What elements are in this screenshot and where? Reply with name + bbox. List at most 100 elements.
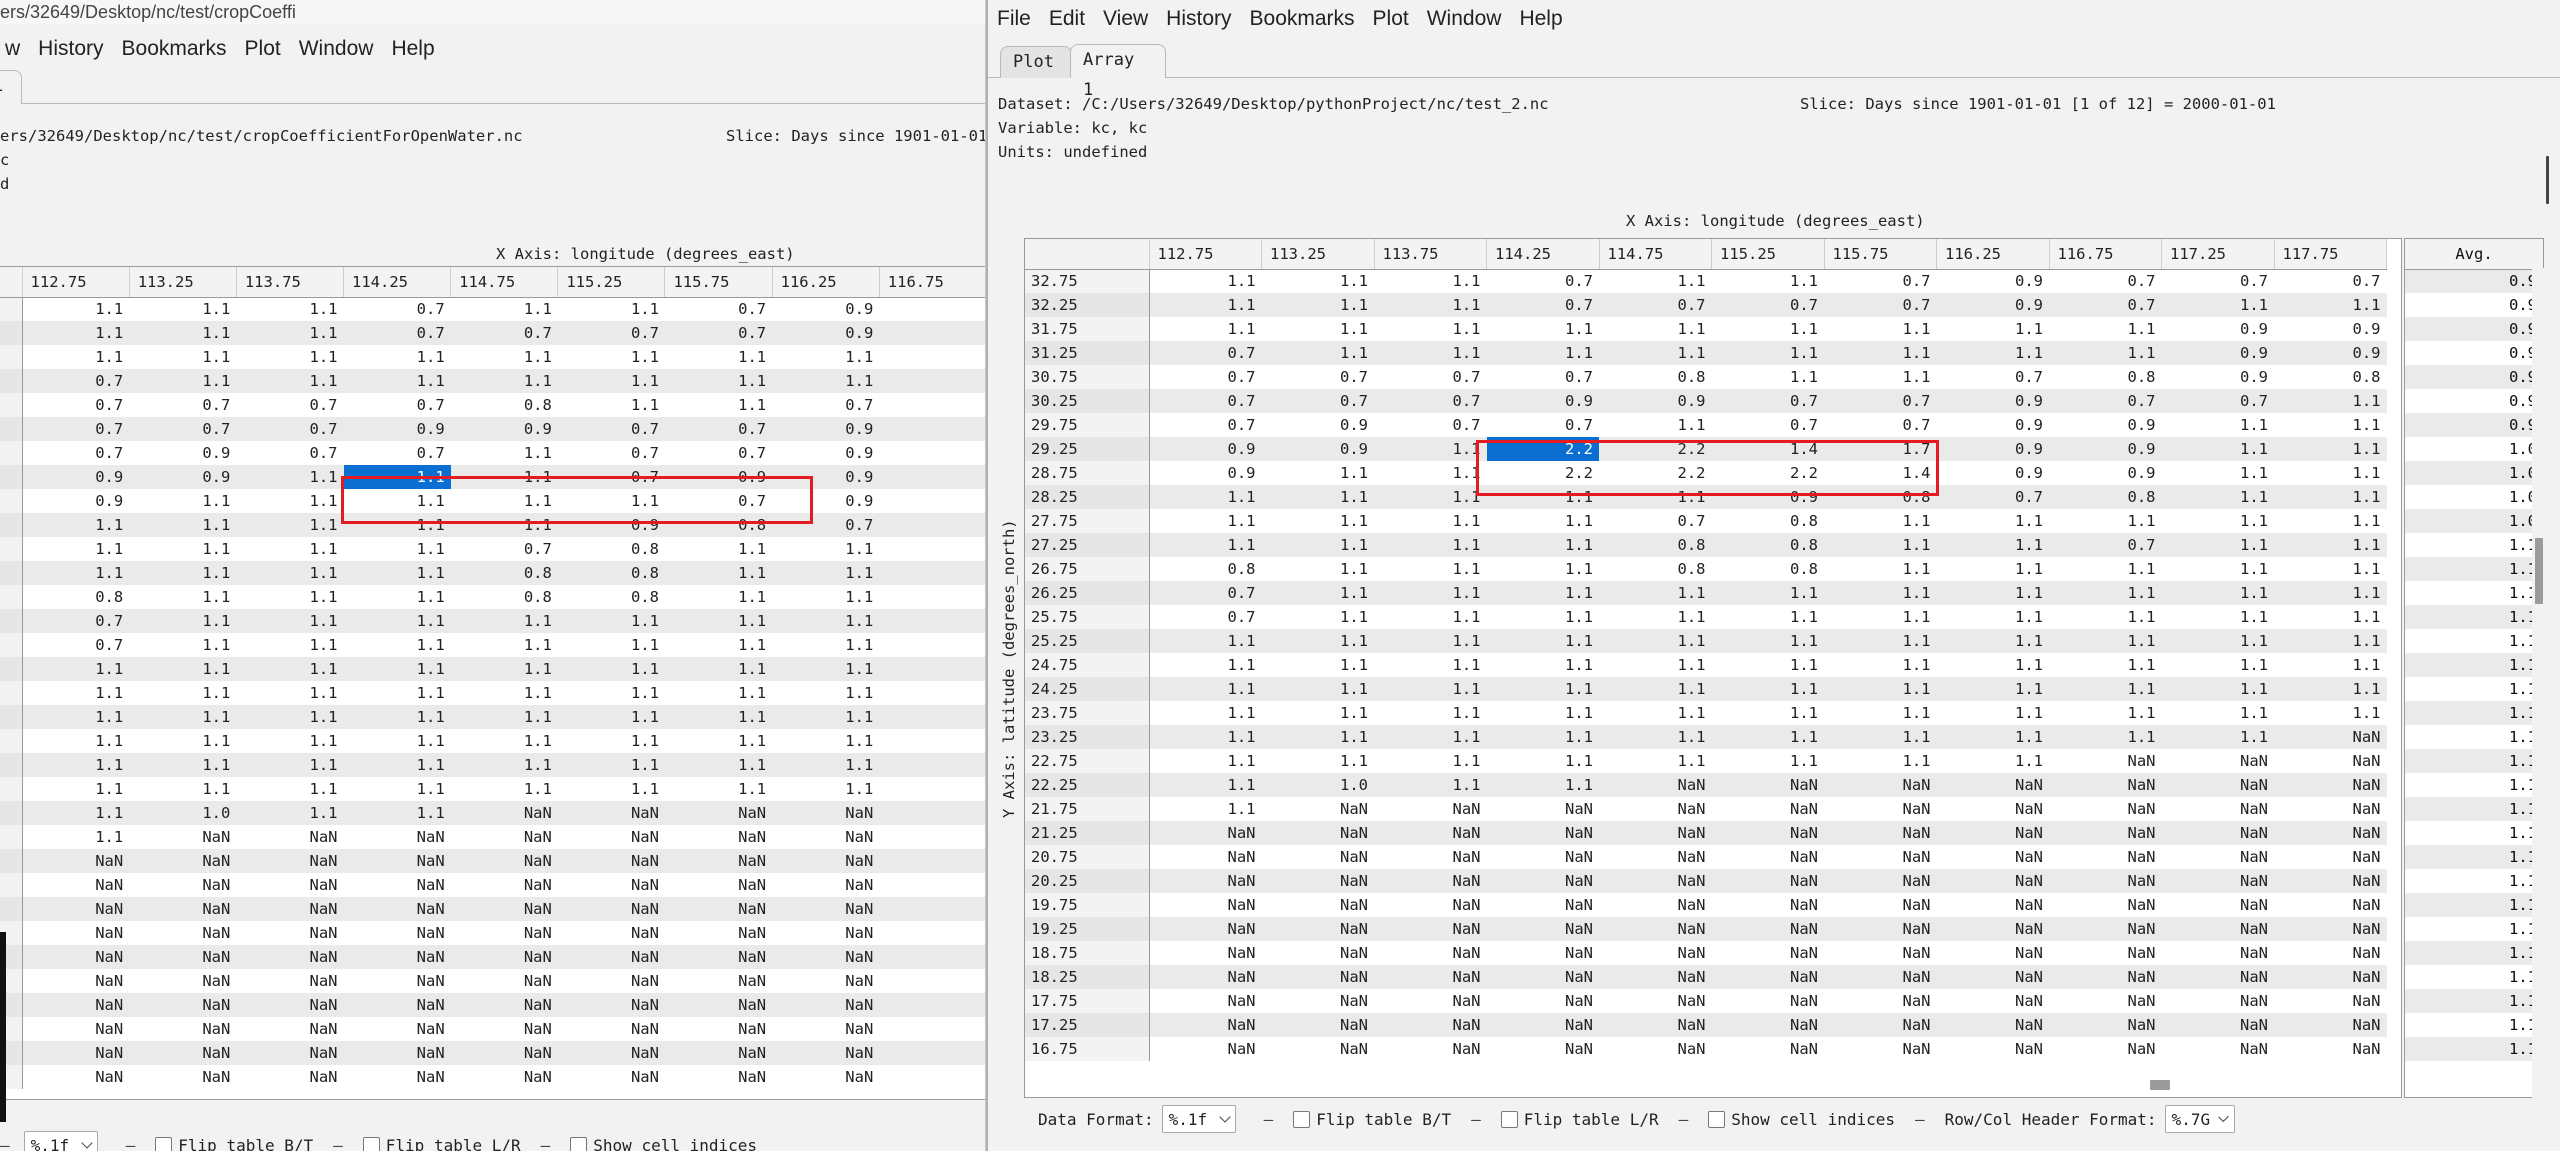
table-cell[interactable]: NaN	[1486, 1013, 1599, 1037]
left-table-cell[interactable]: 0.8	[558, 585, 665, 609]
left-table-cell[interactable]: NaN	[664, 945, 773, 969]
left-table-cell[interactable]: NaN	[236, 825, 343, 849]
table-cell[interactable]: 1.1	[2049, 653, 2162, 677]
table-cell[interactable]: 1.1	[1262, 701, 1375, 725]
left-table-cell[interactable]: NaN	[22, 873, 129, 897]
row-header[interactable]: 29.25	[1025, 437, 1150, 461]
left-table-cell[interactable]: 0.7	[343, 321, 451, 345]
table-cell[interactable]: NaN	[1149, 821, 1262, 845]
left-table-cell[interactable]: NaN	[343, 945, 451, 969]
table-cell[interactable]: 1.1	[2274, 461, 2387, 485]
checkbox-icon[interactable]	[1293, 1110, 1311, 1128]
left-table-cell[interactable]: NaN	[236, 1041, 344, 1065]
left-table-cell[interactable]: 1.1	[665, 729, 772, 753]
table-cell[interactable]: NaN	[1374, 893, 1487, 917]
left-table-cell[interactable]: 1.1	[450, 465, 558, 489]
table-cell[interactable]: NaN	[1937, 941, 2050, 965]
left-table-cell[interactable]: 0.7	[557, 417, 665, 441]
left-table-cell[interactable]: 1.1	[343, 513, 451, 537]
table-cell[interactable]: NaN	[1374, 869, 1487, 893]
table-cell[interactable]: 1.1	[1149, 629, 1262, 653]
left-table-cell[interactable]: 1.1	[557, 705, 665, 729]
table-cell[interactable]: 0.7	[1711, 293, 1824, 317]
left-table-cell[interactable]: 1.1	[772, 585, 879, 609]
left-table-cell[interactable]: 1.1	[22, 825, 129, 849]
table-cell[interactable]: NaN	[1712, 893, 1825, 917]
left-table-cell[interactable]: NaN	[451, 873, 558, 897]
left-data-table[interactable]: 112.75 113.25 113.75 114.25 114.75 115.25 115.…	[0, 266, 985, 1100]
table-cell[interactable]: 1.1	[1374, 293, 1487, 317]
table-cell[interactable]: NaN	[2274, 773, 2387, 797]
table-cell[interactable]: 0.9	[2274, 317, 2387, 341]
table-cell[interactable]: 1.1	[1599, 485, 1712, 509]
left-table-cell[interactable]: 0.7	[129, 417, 237, 441]
left-table-cell[interactable]: NaN	[557, 849, 665, 873]
left-table-cell[interactable]: 1.1	[236, 633, 343, 657]
table-cell[interactable]: 1.1	[2274, 557, 2387, 581]
table-cell[interactable]: NaN	[2274, 941, 2387, 965]
table-cell[interactable]: 0.9	[1149, 437, 1262, 461]
table-cell[interactable]: NaN	[1487, 941, 1600, 965]
table-cell[interactable]: 1.1	[1261, 293, 1374, 317]
left-column-header[interactable]: 116.75	[879, 267, 985, 298]
table-cell[interactable]: 1.1	[1262, 557, 1375, 581]
table-cell[interactable]: NaN	[1374, 1037, 1487, 1061]
table-cell[interactable]: 0.8	[1599, 365, 1712, 389]
table-cell[interactable]: NaN	[1599, 1013, 1712, 1037]
table-cell[interactable]: 1.1	[1712, 653, 1825, 677]
row-header[interactable]: 29.75	[1025, 413, 1150, 437]
left-table-cell[interactable]: 1.1	[451, 729, 558, 753]
row-header[interactable]: 30.25	[1025, 389, 1150, 413]
left-table-cell[interactable]: NaN	[664, 897, 773, 921]
table-cell[interactable]: 0.9	[1936, 389, 2049, 413]
table-cell[interactable]: 1.1	[1374, 773, 1487, 797]
left-table-cell[interactable]: NaN	[22, 945, 130, 969]
flip-bt-toggle[interactable]: Flip table B/T	[1293, 1110, 1451, 1129]
left-table-cell[interactable]: 1.1	[772, 633, 879, 657]
table-cell[interactable]: 0.7	[1374, 365, 1487, 389]
table-cell[interactable]: 1.1	[1261, 725, 1374, 749]
table-cell[interactable]: 1.1	[1261, 581, 1374, 605]
left-table-cell[interactable]: 1.1	[772, 777, 879, 801]
left-table-cell[interactable]: NaN	[129, 825, 236, 849]
right-table[interactable]: 112.75 113.25 113.75 114.25 114.75 115.25 115.…	[1025, 239, 2387, 1061]
left-table-cell[interactable]: NaN	[450, 1041, 558, 1065]
table-cell[interactable]: NaN	[1261, 965, 1374, 989]
table-cell[interactable]: NaN	[1599, 869, 1712, 893]
left-table-cell[interactable]: 0.7	[558, 441, 665, 465]
table-cell[interactable]: NaN	[2274, 1013, 2387, 1037]
left-table-cell[interactable]: 0.7	[772, 393, 879, 417]
left-table-cell[interactable]: 0.7	[664, 417, 773, 441]
table-cell[interactable]: 0.8	[2049, 485, 2162, 509]
table-cell[interactable]: 0.7	[1486, 293, 1599, 317]
left-table-cell[interactable]: NaN	[664, 801, 773, 825]
table-cell[interactable]: 1.1	[2161, 677, 2274, 701]
left-table-cell[interactable]: NaN	[236, 873, 343, 897]
table-cell[interactable]: NaN	[1599, 917, 1712, 941]
table-cell[interactable]: 1.1	[1374, 725, 1487, 749]
table-cell[interactable]: 1.4	[1824, 461, 1937, 485]
left-table-cell[interactable]: NaN	[558, 825, 665, 849]
table-cell[interactable]: 1.1	[1486, 629, 1599, 653]
left-table-cell[interactable]: NaN	[344, 1017, 451, 1041]
left-table-cell[interactable]: 1.1	[343, 465, 451, 489]
left-table-cell[interactable]: NaN	[236, 993, 344, 1017]
left-table-cell[interactable]: 0.9	[772, 297, 879, 321]
table-cell[interactable]: 1.1	[1149, 677, 1262, 701]
column-header[interactable]: 113.75	[1374, 239, 1487, 270]
table-cell[interactable]: NaN	[1149, 893, 1262, 917]
table-cell[interactable]: 1.1	[1599, 317, 1712, 341]
left-table-cell[interactable]: NaN	[664, 849, 773, 873]
table-cell[interactable]: NaN	[1824, 989, 1937, 1013]
left-table-cell[interactable]: NaN	[22, 1065, 129, 1089]
table-cell[interactable]: 1.1	[1149, 509, 1262, 533]
table-cell[interactable]: 1.1	[1486, 341, 1599, 365]
left-table-cell[interactable]: 1.1	[557, 657, 665, 681]
table-cell[interactable]: 1.1	[1711, 725, 1824, 749]
table-cell[interactable]: 0.9	[1599, 389, 1712, 413]
table-cell[interactable]: NaN	[2162, 893, 2275, 917]
left-table-cell[interactable]: 1.1	[22, 657, 130, 681]
table-cell[interactable]: 1.1	[1711, 677, 1824, 701]
column-header[interactable]: 115.25	[1711, 239, 1825, 270]
table-cell[interactable]: NaN	[1936, 869, 2049, 893]
